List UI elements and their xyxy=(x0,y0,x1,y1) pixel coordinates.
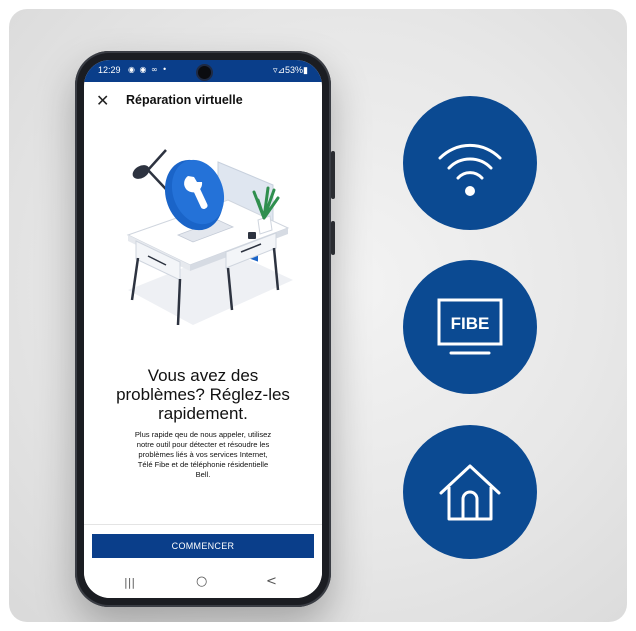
status-bar: 12:29 ◉ ◉ ∞ • ▿⊿53%▮ xyxy=(84,60,322,82)
smartphone: 12:29 ◉ ◉ ∞ • ▿⊿53%▮ ✕ Réparation virtue… xyxy=(75,51,335,607)
description-line: problèmes liés à vos services Internet, xyxy=(138,450,268,459)
description-line: notre outil pour détecter et résoudre le… xyxy=(136,440,270,449)
tv-label: FIBE xyxy=(451,314,490,333)
page-title: Réparation virtuelle xyxy=(126,93,243,107)
tv-icon: FIBE xyxy=(437,298,503,355)
wifi-service-badge xyxy=(403,96,537,230)
headline-line: Vous avez des xyxy=(147,366,259,385)
status-battery: ▿⊿53%▮ xyxy=(272,65,308,75)
description-line: Bell. xyxy=(195,470,211,479)
home-icon xyxy=(439,464,501,521)
back-button[interactable]: < xyxy=(266,574,277,589)
close-icon[interactable]: ✕ xyxy=(96,91,109,110)
background-card: 12:29 ◉ ◉ ∞ • ▿⊿53%▮ ✕ Réparation virtue… xyxy=(9,9,627,622)
tv-service-badge: FIBE xyxy=(403,260,537,394)
home-button[interactable]: ○ xyxy=(196,574,207,589)
front-camera xyxy=(196,64,213,81)
headline-line: rapidement. xyxy=(158,404,248,423)
mug xyxy=(248,232,256,239)
android-nav-bar: ||| ○ < xyxy=(84,566,322,598)
description-line: Plus rapide qeu de nous appeler, utilise… xyxy=(134,430,272,439)
app-bar: ✕ Réparation virtuelle xyxy=(84,82,322,120)
lamp-head xyxy=(132,165,150,179)
divider xyxy=(84,524,322,525)
wifi-icon xyxy=(438,143,502,196)
start-button[interactable]: COMMENCER xyxy=(92,534,314,558)
phone-volume-button xyxy=(331,151,335,199)
desk-repair-illustration xyxy=(126,149,293,326)
recent-apps-button[interactable]: ||| xyxy=(124,576,135,589)
description-line: Télé Fibe et de téléphonie résidentielle xyxy=(137,460,269,469)
lamp-arm-upper xyxy=(147,149,167,171)
headline: Vous avez des problèmes? Réglez-les rapi… xyxy=(92,366,314,423)
home-service-badge xyxy=(403,425,537,559)
headline-line: problèmes? Réglez-les xyxy=(116,385,290,404)
description-text: Plus rapide qeu de nous appeler, utilise… xyxy=(98,430,308,480)
phone-power-button xyxy=(331,221,335,255)
status-time: 12:29 xyxy=(98,65,121,75)
phone-screen: 12:29 ◉ ◉ ∞ • ▿⊿53%▮ ✕ Réparation virtue… xyxy=(84,60,322,598)
notification-icons: ◉ ◉ ∞ • xyxy=(128,65,168,74)
